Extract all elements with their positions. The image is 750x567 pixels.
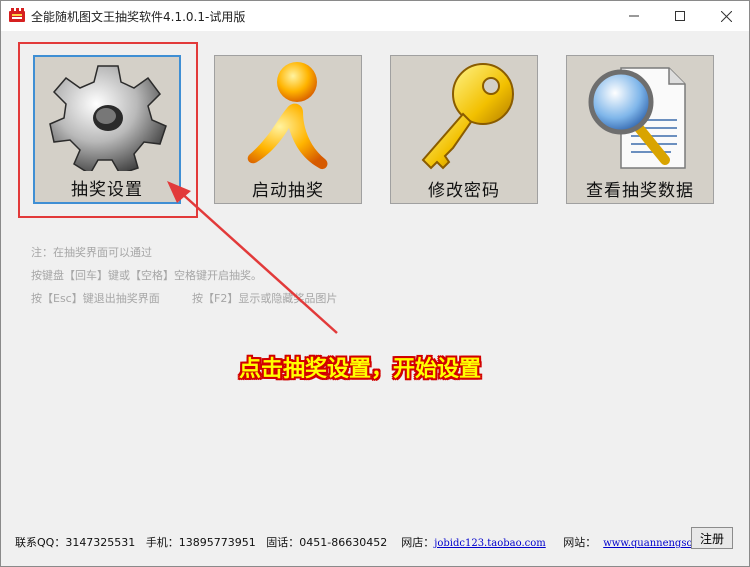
phone-contact: 手机：13895773951 bbox=[145, 536, 256, 549]
minimize-button[interactable] bbox=[611, 1, 657, 31]
minimize-icon bbox=[629, 15, 639, 17]
title-bar: 全能随机图文王抽奖软件4.1.0.1-试用版 bbox=[1, 1, 749, 31]
site-label: 网站： bbox=[563, 536, 597, 549]
shop-label: 网店： bbox=[401, 536, 435, 549]
status-bar: 联系QQ：3147325531 手机：13895773951 固话：0451-8… bbox=[15, 534, 715, 550]
tel-contact: 固话：0451-86630452 bbox=[266, 536, 388, 549]
qq-contact: 联系QQ：3147325531 bbox=[15, 536, 136, 549]
window-title: 全能随机图文王抽奖软件4.1.0.1-试用版 bbox=[31, 10, 246, 24]
close-button[interactable] bbox=[703, 1, 749, 31]
shop-link[interactable]: jobidc123.taobao.com bbox=[434, 538, 545, 549]
maximize-icon bbox=[675, 11, 685, 21]
close-icon bbox=[720, 10, 732, 22]
app-window: 全能随机图文王抽奖软件4.1.0.1-试用版 抽奖设置 启动抽奖 修改密码 查看… bbox=[0, 0, 750, 567]
main-content: 抽奖设置 启动抽奖 修改密码 查看抽奖数据 注：在抽奖界面可以通过 按键盘【回车… bbox=[1, 31, 749, 566]
callout-text: 点击抽奖设置，开始设置 bbox=[239, 357, 482, 382]
arrow-annotation bbox=[167, 181, 338, 334]
app-logo-icon bbox=[9, 8, 25, 22]
register-button[interactable]: 注册 bbox=[691, 527, 733, 549]
maximize-button[interactable] bbox=[657, 1, 703, 31]
